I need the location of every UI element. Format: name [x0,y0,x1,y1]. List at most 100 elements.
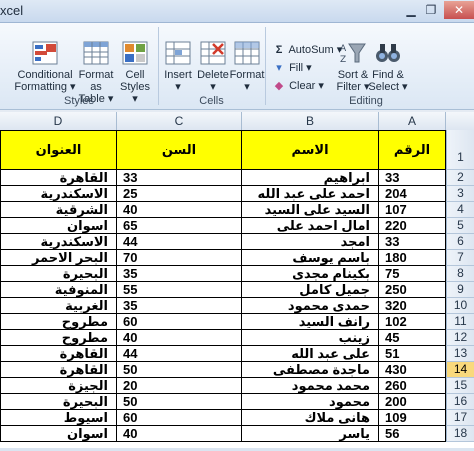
row-header[interactable]: 5 [446,218,474,234]
cell-a[interactable]: 33 [379,170,446,186]
format-button[interactable]: Format ▾ [229,41,265,93]
cell-d[interactable]: المنوفية [0,282,117,298]
cell-a[interactable]: 320 [379,298,446,314]
cell-b[interactable]: امال احمد على [242,218,379,234]
cell-d[interactable]: اسوان [0,218,117,234]
cell-c[interactable]: 35 [117,298,242,314]
header-cell-b[interactable]: الاسم [242,130,379,170]
cell-d[interactable]: القاهرة [0,170,117,186]
find-select-button[interactable]: Find & Select ▾ [368,41,408,93]
cell-a[interactable]: 220 [379,218,446,234]
clear-button[interactable]: ◆ Clear ▾ [272,79,324,93]
cell-a[interactable]: 250 [379,282,446,298]
column-header-c[interactable]: C [117,112,242,130]
conditional-formatting-button[interactable]: Conditional Formatting ▾ [14,41,76,93]
column-header-d[interactable]: D [0,112,117,130]
cell-d[interactable]: القاهرة [0,362,117,378]
cell-d[interactable]: اسوان [0,426,117,442]
cell-c[interactable]: 33 [117,170,242,186]
header-cell-a[interactable]: الرقم [379,130,446,170]
restore-button[interactable]: ❐ [420,1,442,19]
cell-d[interactable]: اسيوط [0,410,117,426]
cell-b[interactable]: محمد محمود [242,378,379,394]
cell-c[interactable]: 65 [117,218,242,234]
cell-c[interactable]: 20 [117,378,242,394]
cell-d[interactable]: القاهرة [0,346,117,362]
row-header[interactable]: 14 [446,362,474,378]
cell-c[interactable]: 40 [117,426,242,442]
row-header[interactable]: 1 [446,130,474,170]
row-header[interactable]: 15 [446,378,474,394]
cell-a[interactable]: 102 [379,314,446,330]
cell-c[interactable]: 25 [117,186,242,202]
cell-d[interactable]: الجيزة [0,378,117,394]
cell-d[interactable]: الاسكندرية [0,186,117,202]
cell-b[interactable]: ماجدة مصطفى [242,362,379,378]
cell-c[interactable]: 70 [117,250,242,266]
cell-c[interactable]: 60 [117,410,242,426]
cell-b[interactable]: بكينام مجدى [242,266,379,282]
row-header[interactable]: 18 [446,426,474,442]
row-header[interactable]: 6 [446,234,474,250]
minimize-button[interactable]: ▁ [400,1,422,19]
close-button[interactable]: ✕ [444,1,474,19]
cell-a[interactable]: 109 [379,410,446,426]
cell-c[interactable]: 44 [117,234,242,250]
cell-a[interactable]: 33 [379,234,446,250]
row-header[interactable]: 12 [446,330,474,346]
cell-b[interactable]: هانى ملاك [242,410,379,426]
cell-c[interactable]: 40 [117,330,242,346]
cell-b[interactable]: باسم يوسف [242,250,379,266]
select-all-corner[interactable] [446,112,474,130]
row-header[interactable]: 17 [446,410,474,426]
cell-d[interactable]: البحر الاحمر [0,250,117,266]
cell-a[interactable]: 107 [379,202,446,218]
cell-b[interactable]: جميل كامل [242,282,379,298]
cell-b[interactable]: رانف السيد [242,314,379,330]
row-header[interactable]: 10 [446,298,474,314]
row-header[interactable]: 2 [446,170,474,186]
row-header[interactable]: 9 [446,282,474,298]
cell-a[interactable]: 75 [379,266,446,282]
cell-c[interactable]: 50 [117,362,242,378]
column-header-b[interactable]: B [242,112,379,130]
autosum-button[interactable]: Σ AutoSum ▾ [272,43,343,57]
cell-d[interactable]: مطروح [0,330,117,346]
sort-filter-button[interactable]: AZ Sort & Filter ▾ [334,41,372,93]
cell-c[interactable]: 50 [117,394,242,410]
cell-d[interactable]: البحيرة [0,266,117,282]
column-header-a[interactable]: A [379,112,446,130]
cell-a[interactable]: 56 [379,426,446,442]
row-header[interactable]: 3 [446,186,474,202]
header-cell-d[interactable]: العنوان [0,130,117,170]
cell-a[interactable]: 430 [379,362,446,378]
insert-button[interactable]: Insert ▾ [161,41,195,93]
delete-button[interactable]: Delete ▾ [195,41,231,93]
cell-b[interactable]: احمد على عبد الله [242,186,379,202]
cell-d[interactable]: الاسكندرية [0,234,117,250]
cell-b[interactable]: ابراهيم [242,170,379,186]
fill-button[interactable]: ▾ Fill ▾ [272,61,311,75]
row-header[interactable]: 11 [446,314,474,330]
cell-c[interactable]: 55 [117,282,242,298]
row-header[interactable]: 8 [446,266,474,282]
cell-a[interactable]: 204 [379,186,446,202]
cell-d[interactable]: مطروح [0,314,117,330]
cell-c[interactable]: 44 [117,346,242,362]
header-cell-c[interactable]: السن [117,130,242,170]
cell-d[interactable]: الغربية [0,298,117,314]
cell-c[interactable]: 60 [117,314,242,330]
cell-b[interactable]: زينب [242,330,379,346]
cell-a[interactable]: 260 [379,378,446,394]
row-header[interactable]: 16 [446,394,474,410]
cell-b[interactable]: ياسر [242,426,379,442]
row-header[interactable]: 7 [446,250,474,266]
cell-d[interactable]: الشرقية [0,202,117,218]
cell-b[interactable]: السيد على السيد [242,202,379,218]
cell-a[interactable]: 51 [379,346,446,362]
row-header[interactable]: 4 [446,202,474,218]
cell-d[interactable]: البحيرة [0,394,117,410]
cell-b[interactable]: حمدى محمود [242,298,379,314]
cell-b[interactable]: على عبد الله [242,346,379,362]
cell-a[interactable]: 45 [379,330,446,346]
